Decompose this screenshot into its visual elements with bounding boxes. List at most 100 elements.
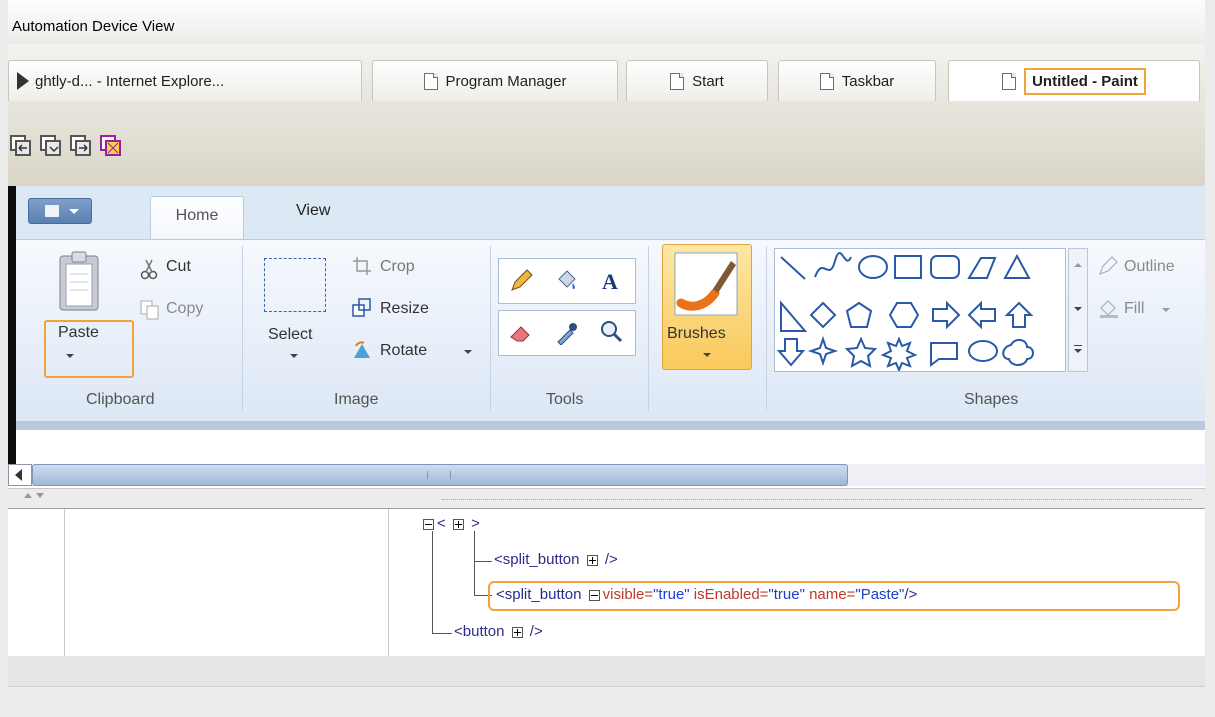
element-tree: < > <split_button /> <split_button visib… [8, 508, 1205, 659]
ribbon-tab-row: Home View [16, 186, 1205, 240]
group-divider [766, 246, 767, 411]
forward-window-icon[interactable] [70, 135, 92, 157]
paste-icon [59, 251, 99, 311]
copy-button[interactable]: Copy [166, 300, 203, 318]
shapes-scroll[interactable] [1068, 248, 1088, 372]
chevron-up-icon [1074, 263, 1082, 267]
tab-label: Start [692, 72, 724, 90]
chevron-down-icon [1074, 307, 1082, 311]
resize-icon [352, 298, 371, 317]
tools-row-1: A [498, 258, 636, 304]
tools-row-2 [498, 310, 636, 356]
tab-home[interactable]: Home [150, 196, 244, 240]
bottom-splitter[interactable] [8, 656, 1205, 687]
scroll-left-button[interactable] [8, 464, 32, 486]
tab-start[interactable]: Start [626, 60, 768, 101]
tab-taskbar[interactable]: Taskbar [778, 60, 936, 101]
tools-group-label: Tools [546, 391, 584, 408]
tree-connector [432, 531, 433, 633]
title-bar: Automation Device View [8, 0, 1205, 45]
back-window-icon[interactable] [10, 135, 32, 157]
paint-window-preview: Home View Paste Cut Copy Clipboard Selec… [8, 186, 1205, 498]
tab-untitled-paint[interactable]: Untitled - Paint [948, 60, 1200, 101]
document-icon [819, 72, 834, 90]
tree-node-split-button[interactable]: <split_button /> [494, 551, 618, 568]
paste-label: Paste [58, 324, 99, 341]
chevron-down-icon [290, 354, 298, 358]
clipboard-group-label: Clipboard [86, 391, 155, 408]
expand-icon[interactable] [511, 626, 523, 638]
magnifier-icon[interactable] [599, 319, 623, 345]
outline-icon [1099, 256, 1118, 275]
window-icon[interactable] [40, 135, 62, 157]
shapes-grid-icon [776, 252, 1034, 371]
crop-button[interactable]: Crop [380, 258, 415, 276]
paint-menu-button[interactable] [28, 198, 92, 224]
highlight-window-icon[interactable] [100, 135, 122, 157]
play-icon [17, 72, 29, 90]
group-divider [490, 246, 491, 411]
column-divider [64, 509, 65, 657]
splitter-grip [442, 499, 1192, 501]
tab-label: Taskbar [841, 72, 895, 90]
left-black-edge [8, 186, 16, 464]
cut-button[interactable]: Cut [166, 258, 191, 276]
brushes-button[interactable]: Brushes [662, 244, 752, 370]
group-divider [648, 246, 649, 411]
chevron-down-icon [36, 493, 44, 498]
paste-split-button[interactable]: Paste [44, 320, 134, 378]
tree-node-split-button-paste[interactable]: <split_button visible="true" isEnabled="… [488, 581, 1180, 611]
text-icon[interactable]: A [599, 267, 625, 295]
tab-label: ghtly-d... - Internet Explore... [35, 72, 225, 90]
fill-bucket-icon[interactable] [555, 269, 579, 293]
scissors-icon [140, 259, 158, 280]
chevron-up-icon [24, 493, 32, 498]
copy-icon [140, 300, 159, 320]
tree-connector [474, 531, 475, 595]
chevron-down-icon [69, 209, 79, 214]
paint-canvas[interactable] [36, 430, 1205, 464]
tab-label: Program Manager [445, 72, 567, 90]
brushes-label: Brushes [667, 325, 726, 342]
brush-icon [674, 252, 738, 316]
fill-icon [1100, 300, 1118, 318]
eraser-icon[interactable] [509, 321, 533, 345]
window-title: Automation Device View [12, 18, 175, 35]
view-toolbar [8, 106, 1205, 186]
tree-connector [474, 561, 492, 562]
collapse-icon[interactable] [423, 518, 434, 530]
collapse-icon[interactable] [588, 589, 600, 601]
pencil-icon[interactable] [509, 269, 533, 293]
expand-icon[interactable] [586, 554, 598, 566]
chevron-down-icon [1074, 349, 1082, 353]
shapes-gallery[interactable] [774, 248, 1066, 372]
select-icon [264, 258, 326, 312]
tree-node-root[interactable]: < > [420, 515, 480, 532]
scroll-thumb[interactable] [32, 464, 848, 486]
tab-view[interactable]: View [296, 202, 330, 220]
crop-icon [353, 257, 371, 275]
menu-icon [45, 205, 59, 217]
select-button[interactable]: Select [268, 326, 312, 344]
outline-button[interactable]: Outline [1124, 258, 1175, 276]
grip-icon [427, 471, 451, 479]
tab-internet-explorer[interactable]: ghtly-d... - Internet Explore... [8, 60, 362, 101]
rotate-button[interactable]: Rotate [380, 342, 427, 360]
tree-connector [432, 633, 452, 634]
resize-button[interactable]: Resize [380, 300, 429, 318]
expand-icon[interactable] [452, 518, 464, 530]
window-tab-strip: ghtly-d... - Internet Explore... Program… [8, 44, 1205, 106]
fill-button[interactable]: Fill [1124, 300, 1144, 318]
horizontal-scrollbar[interactable] [8, 464, 1205, 486]
document-icon [670, 72, 685, 90]
chevron-down-icon [464, 350, 472, 354]
tab-label: Untitled - Paint [1024, 67, 1146, 95]
chevron-down-icon [703, 353, 711, 357]
tab-program-manager[interactable]: Program Manager [372, 60, 618, 101]
column-divider [388, 509, 389, 657]
tree-node-button[interactable]: <button /> [454, 623, 543, 640]
paste-node-content: <split_button visible="true" isEnabled="… [496, 586, 918, 603]
color-picker-icon[interactable] [555, 321, 579, 345]
pane-splitter[interactable] [8, 488, 1205, 509]
document-icon [423, 72, 438, 90]
